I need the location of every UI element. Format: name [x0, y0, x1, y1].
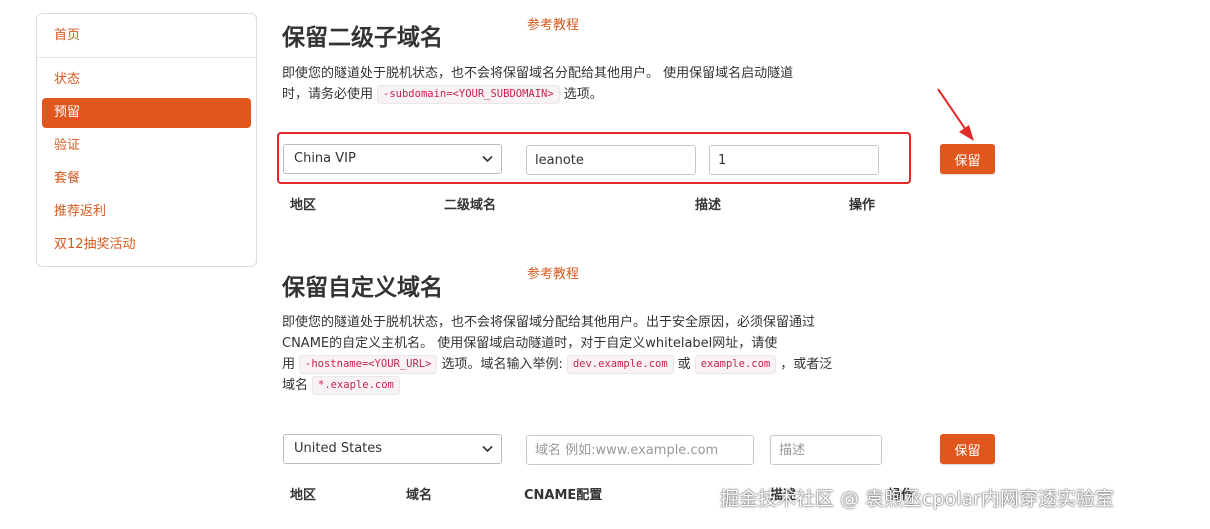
custom-desc-line4: 域名 *.exaple.com: [282, 375, 832, 396]
subdomain-col-description: 描述: [695, 198, 722, 213]
sidebar-item-reserved[interactable]: 预留: [42, 98, 251, 128]
custom-desc-line1: 即使您的隧道处于脱机状态，也不会将保留域分配给其他用户。出于安全原因，必须保留通…: [282, 315, 816, 330]
custom-desc-line2: CNAME的自定义主机名。 使用保留域启动隧道时，对于自定义whitelabel…: [282, 336, 778, 351]
custom-region-select[interactable]: United States: [283, 434, 502, 464]
custom-region-value: United States: [294, 441, 383, 456]
sidebar-item-lottery[interactable]: 双12抽奖活动: [42, 230, 251, 260]
custom-desc-line3-mid: 选项。域名输入举例:: [441, 357, 563, 372]
subdomain-desc-line1: 即使您的隧道处于脱机状态，也不会将保留域名分配给其他用户。 使用保留域名启动隧道: [282, 66, 794, 81]
custom-domain-tutorial-link[interactable]: 参考教程: [527, 263, 579, 282]
subdomain-col-region: 地区: [290, 198, 317, 213]
custom-domain-section-title: 保留自定义域名: [282, 275, 443, 301]
custom-col-region: 地区: [290, 488, 317, 503]
sidebar-item-home[interactable]: 首页: [42, 21, 251, 51]
subdomain-desc-line2: 时，请务必使用 -subdomain=<YOUR_SUBDOMAIN> 选项。: [282, 84, 793, 105]
subdomain-desc-prefix: 时，请务必使用: [282, 87, 374, 102]
custom-desc-line3-prefix: 用: [282, 357, 296, 372]
example-domain-code-1: dev.example.com: [566, 355, 674, 374]
sidebar-item-status[interactable]: 状态: [42, 65, 251, 95]
custom-domain-input[interactable]: [526, 435, 754, 465]
annotation-arrow-icon: [937, 88, 974, 141]
subdomain-tutorial-link[interactable]: 参考教程: [527, 14, 579, 33]
subdomain-desc-suffix: 选项。: [563, 87, 603, 102]
subdomain-col-actions: 操作: [849, 198, 876, 213]
sidebar-item-referral[interactable]: 推荐返利: [42, 197, 251, 227]
sidebar-home-row: 首页: [37, 14, 256, 58]
subdomain-option-code: -subdomain=<YOUR_SUBDOMAIN>: [377, 85, 560, 104]
chevron-down-icon: [482, 445, 493, 453]
subdomain-description: 即使您的隧道处于脱机状态，也不会将保留域名分配给其他用户。 使用保留域名启动隧道…: [282, 63, 793, 105]
highlight-box: [277, 132, 911, 184]
custom-save-button[interactable]: 保留: [940, 434, 995, 464]
wildcard-domain-code: *.exaple.com: [312, 376, 400, 395]
custom-desc-line3: 用 -hostname=<YOUR_URL> 选项。域名输入举例: dev.examp…: [282, 354, 832, 375]
custom-desc-or: 或: [677, 357, 691, 372]
subdomain-col-subdomain: 二级域名: [444, 198, 497, 213]
custom-domain-description: 即使您的隧道处于脱机状态，也不会将保留域分配给其他用户。出于安全原因，必须保留通…: [282, 312, 832, 396]
custom-desc-line3-suffix: ，或者泛: [780, 357, 833, 372]
subdomain-save-button[interactable]: 保留: [940, 144, 995, 174]
example-domain-code-2: example.com: [694, 355, 777, 374]
sidebar-item-plan[interactable]: 套餐: [42, 164, 251, 194]
watermark: 掘金技术社区 @ 袁煦丞cpolar内网穿透实验室: [720, 488, 1114, 510]
custom-col-cname: CNAME配置: [524, 488, 603, 503]
sidebar-nav: 首页 状态 预留 验证 套餐 推荐返利 双12抽奖活动: [36, 13, 257, 267]
sidebar-item-verify[interactable]: 验证: [42, 131, 251, 161]
hostname-option-code: -hostname=<YOUR_URL>: [299, 355, 438, 374]
custom-description-input[interactable]: [770, 435, 882, 465]
custom-desc-line4-prefix: 域名: [282, 378, 309, 393]
subdomain-section-title: 保留二级子域名: [282, 25, 443, 51]
custom-col-domain: 域名: [406, 488, 433, 503]
